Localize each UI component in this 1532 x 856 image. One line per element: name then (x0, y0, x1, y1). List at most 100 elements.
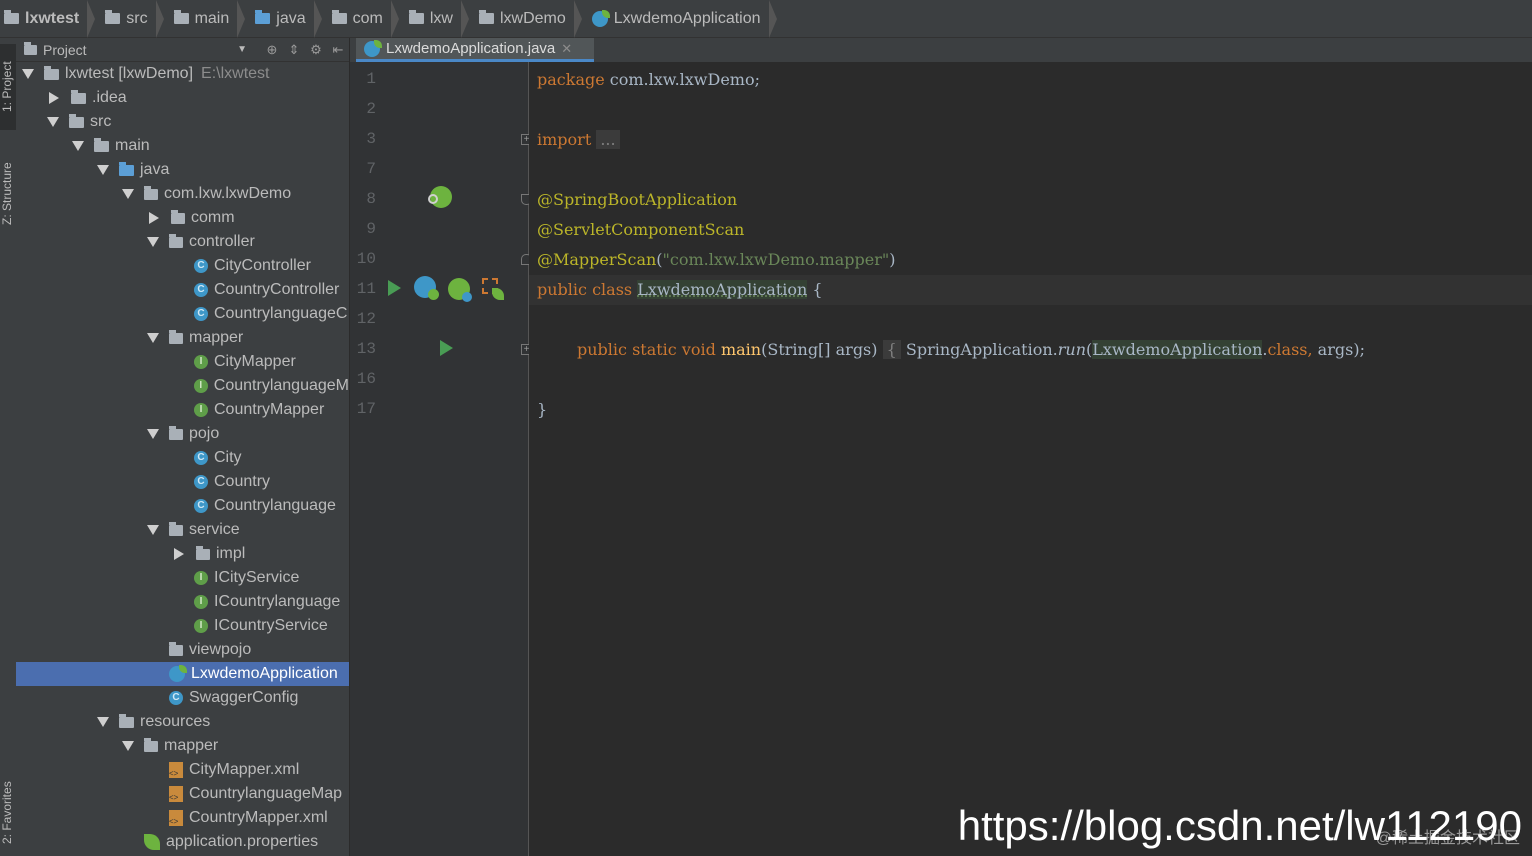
tab-lxwdemoapplication-java[interactable]: LxwdemoApplication.java ✕ (356, 38, 594, 62)
spring-boot-icon[interactable] (414, 276, 439, 300)
tree-item-idea[interactable]: .idea (16, 86, 349, 110)
breadcrumb-src[interactable]: src (101, 0, 169, 38)
expand-arrow-icon[interactable] (97, 165, 109, 175)
resources-folder-icon (119, 713, 134, 728)
module-path: E:\lxwtest (201, 65, 270, 82)
spring-bean-icon[interactable] (448, 278, 472, 302)
locate-icon[interactable]: ⊕ (261, 42, 283, 58)
expand-arrow-icon[interactable] (97, 717, 109, 727)
close-icon[interactable]: ✕ (561, 41, 572, 57)
project-view-selector[interactable]: Project ▼ (24, 41, 261, 58)
breadcrumb-lxwtest[interactable]: lxwtest (0, 0, 101, 38)
editor-tab-bar: LxwdemoApplication.java ✕ (350, 38, 1532, 63)
chevron-down-icon: ▼ (237, 44, 247, 55)
run-icon[interactable] (388, 280, 401, 296)
tree-item-country[interactable]: C Country (16, 470, 349, 494)
interface-icon: I (194, 571, 208, 585)
spring-bean-search-icon[interactable] (428, 186, 452, 208)
expand-arrow-icon[interactable] (147, 429, 159, 439)
tree-item-icityservice[interactable]: I ICityService (16, 566, 349, 590)
breadcrumb-lxwdemoapplication[interactable]: LxwdemoApplication (588, 0, 783, 38)
tree-item-countrylanguagemap[interactable]: CountrylanguageMap (16, 782, 349, 806)
xml-file-icon (169, 810, 183, 826)
tree-item-application-properties[interactable]: application.properties (16, 830, 349, 854)
tree-item-label: java (140, 161, 170, 178)
package-icon (171, 209, 185, 224)
breadcrumb-main[interactable]: main (170, 0, 252, 38)
tree-item-viewpojo[interactable]: viewpojo (16, 638, 349, 662)
tree-item-lxwtest-lxwdemo[interactable]: lxwtest [lxwDemo] E:\lxwtest (16, 62, 349, 86)
tree-item-resources[interactable]: resources (16, 710, 349, 734)
xml-file-icon (169, 762, 183, 778)
expand-arrow-icon[interactable] (47, 117, 59, 127)
tree-item-src[interactable]: src (16, 110, 349, 134)
tree-item-pojo[interactable]: pojo (16, 422, 349, 446)
tree-item-label: City (214, 449, 242, 466)
tree-item-countrymapper-xml[interactable]: CountryMapper.xml (16, 806, 349, 830)
tree-item-controller[interactable]: controller (16, 230, 349, 254)
tree-item-countrylanguagem[interactable]: I CountrylanguageM (16, 374, 349, 398)
tree-item-mapper[interactable]: mapper (16, 734, 349, 758)
tree-item-impl[interactable]: impl (16, 542, 349, 566)
interface-icon: I (194, 595, 208, 609)
tree-item-service[interactable]: service (16, 518, 349, 542)
tree-item-label: mapper (189, 329, 244, 346)
tree-item-citymapper-xml[interactable]: CityMapper.xml (16, 758, 349, 782)
tree-item-citycontroller[interactable]: C CityController (16, 254, 349, 278)
gear-icon[interactable]: ⚙ (305, 42, 327, 58)
breadcrumb-java[interactable]: java (251, 0, 327, 38)
tree-item-countrycontroller[interactable]: C CountryController (16, 278, 349, 302)
expand-arrow-icon[interactable] (22, 69, 34, 79)
collapse-all-icon[interactable]: ⇕ (283, 42, 305, 58)
package-icon (169, 641, 183, 656)
tab-project-tool-window[interactable]: 1: Project (0, 44, 16, 130)
tree-item-lxwdemoapplication[interactable]: LxwdemoApplication (16, 662, 349, 686)
expand-arrow-icon[interactable] (72, 141, 84, 151)
tree-item-label: CityController (214, 257, 311, 274)
breadcrumb-lxw[interactable]: lxw (405, 0, 475, 38)
collapse-arrow-icon[interactable] (49, 92, 59, 104)
package-icon (169, 521, 183, 536)
tree-item-icountryservice[interactable]: I ICountryService (16, 614, 349, 638)
expand-arrow-icon[interactable] (147, 237, 159, 247)
collapse-arrow-icon[interactable] (174, 548, 184, 560)
breadcrumb-lxwdemo[interactable]: lxwDemo (475, 0, 588, 38)
package-icon (169, 233, 183, 248)
tree-item-countrylanguage[interactable]: C Countrylanguage (16, 494, 349, 518)
run-main-icon[interactable] (440, 340, 453, 356)
tree-item-java[interactable]: java (16, 158, 349, 182)
project-icon (24, 41, 37, 55)
hide-panel-icon[interactable]: ⇤ (327, 42, 349, 58)
package-icon (331, 10, 347, 24)
expand-arrow-icon[interactable] (147, 525, 159, 535)
tree-item-label: viewpojo (189, 641, 252, 658)
folded-imports[interactable]: ... (596, 130, 620, 149)
spring-boot-class-icon (169, 665, 187, 682)
code-line-9: @ServletComponentScan (537, 220, 745, 239)
tree-item-countrymapper[interactable]: I CountryMapper (16, 398, 349, 422)
folder-icon (71, 89, 86, 104)
tree-item-countrylanguagec[interactable]: C CountrylanguageC (16, 302, 349, 326)
breadcrumb-com[interactable]: com (328, 0, 405, 38)
tree-item-label: src (90, 113, 112, 130)
code-line-3: import ... (537, 125, 620, 155)
spring-mvc-icon[interactable] (480, 276, 504, 300)
tree-item-swaggerconfig[interactable]: C SwaggerConfig (16, 686, 349, 710)
expand-arrow-icon[interactable] (122, 741, 134, 751)
tree-item-comm[interactable]: comm (16, 206, 349, 230)
tree-item-com-lxw-lxwdemo[interactable]: com.lxw.lxwDemo (16, 182, 349, 206)
code-editor[interactable]: package com.lxw.lxwDemo; import ... @Spr… (529, 62, 1532, 856)
tree-item-main[interactable]: main (16, 134, 349, 158)
tree-item-citymapper[interactable]: I CityMapper (16, 350, 349, 374)
tree-item-city[interactable]: C City (16, 446, 349, 470)
tab-structure-tool-window[interactable]: Z: Structure (0, 154, 16, 234)
expand-arrow-icon[interactable] (147, 333, 159, 343)
tab-favorites-tool-window[interactable]: 2: Favorites (0, 774, 16, 852)
expand-arrow-icon[interactable] (122, 189, 134, 199)
tree-item-icountrylanguage[interactable]: I ICountrylanguage (16, 590, 349, 614)
tree-item-mapper[interactable]: mapper (16, 326, 349, 350)
line-number: 9 (366, 220, 376, 238)
line-number: 13 (356, 340, 376, 358)
code-line-11: public class LxwdemoApplication { (537, 280, 823, 299)
collapse-arrow-icon[interactable] (149, 212, 159, 224)
